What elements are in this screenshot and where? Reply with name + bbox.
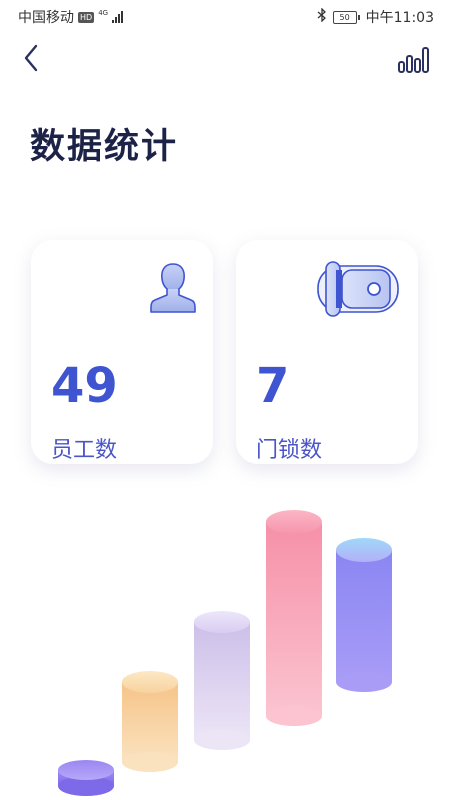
battery-icon: 50 [332, 10, 360, 24]
staff-count-label: 员工数 [51, 438, 118, 463]
staff-count-value: 49 [51, 358, 118, 414]
cylinder-1 [58, 760, 114, 796]
status-right: 50 中午11:03 [317, 7, 434, 27]
door-lock-icon [316, 260, 402, 322]
cylinder-5 [336, 538, 392, 692]
staff-count-card[interactable]: 49 员工数 [31, 240, 213, 464]
carrier-name: 中国移动 [18, 10, 74, 26]
statistics-button[interactable] [396, 44, 432, 74]
back-button[interactable] [18, 42, 48, 74]
cylinder-2 [122, 671, 178, 772]
status-left: 中国移动 HD 4G [18, 7, 124, 27]
lock-count-card[interactable]: 7 门锁数 [236, 240, 418, 464]
network-type: 4G [98, 8, 109, 17]
cylinder-4 [266, 510, 322, 726]
battery-level: 50 [332, 10, 357, 24]
page-title: 数据统计 [30, 127, 179, 167]
cylinder-3 [194, 611, 250, 750]
chevron-left-icon [24, 44, 38, 72]
lock-count-label: 门锁数 [256, 438, 323, 463]
lock-count-value: 7 [256, 358, 290, 414]
clock: 中午11:03 [365, 10, 434, 26]
person-icon [149, 260, 197, 320]
bar-chart-icon [398, 47, 429, 73]
hd-badge: HD [78, 11, 95, 23]
decorative-cylinders-illustration [58, 510, 392, 796]
signal-icon [112, 11, 124, 23]
status-bar: 中国移动 HD 4G 50 中午11:03 [0, 0, 450, 32]
bluetooth-icon [317, 7, 327, 26]
